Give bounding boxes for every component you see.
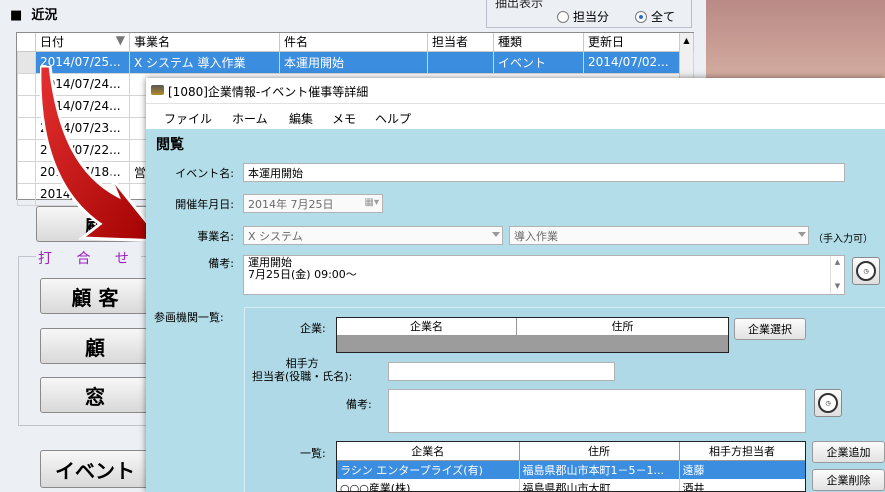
event-button[interactable]: イベント xyxy=(40,450,150,488)
cell: ○○○産業(株) xyxy=(337,478,520,491)
customer-button[interactable]: 顧 客 xyxy=(40,278,150,314)
radio-all[interactable]: 全て xyxy=(635,8,675,25)
menu-file[interactable]: ファイル xyxy=(164,110,212,127)
cell: 福島県郡山市大町 xyxy=(519,478,680,491)
textarea-scrollbar[interactable]: ▲ ▼ xyxy=(830,256,844,294)
radio-label: 全て xyxy=(651,10,676,24)
project-value: X システム xyxy=(248,230,303,243)
delete-company-button[interactable]: 企業削除 xyxy=(812,469,885,491)
cell: イベント xyxy=(493,50,584,74)
cell: 酒井 xyxy=(679,478,805,491)
select-company-button[interactable]: 企業選択 xyxy=(734,318,806,340)
participant-list-table[interactable]: 企業名 住所 相手方担当者 ラシン エンタープライズ(有) 福島県郡山市本町1－5－1… xyxy=(336,441,806,492)
contact-field[interactable] xyxy=(388,362,615,381)
detail-content: 閲覧 イベント名: 本運用開始 開催年月日: 2014年 7月25日 ▦▾ 事業… xyxy=(146,129,885,492)
list-label: 一覧: xyxy=(300,447,326,460)
remarks-label: 備考: xyxy=(208,257,234,270)
remarks-textarea[interactable]: 運用開始 7月25日(金) 09:00～ ▲ ▼ xyxy=(243,255,845,295)
menu-home[interactable]: ホーム xyxy=(232,110,268,127)
radio-label: 担当分 xyxy=(573,10,610,24)
event-detail-window: [1080]企業情報-イベント催事等詳細 ファイル ホーム 編集 メモ ヘルプ … xyxy=(146,78,885,492)
radio-mine[interactable]: 担当分 xyxy=(557,8,609,25)
project-detail-value: 導入作業 xyxy=(514,230,558,243)
title-bar[interactable]: [1080]企業情報-イベント催事等詳細 xyxy=(146,78,885,104)
date-picker[interactable]: 2014年 7月25日 ▦▾ xyxy=(243,194,383,213)
extract-label: 抽出表示 xyxy=(495,0,544,10)
company-empty-row xyxy=(337,336,728,352)
grid-header: 日付 ▼ 事業名 件名 担当者 種類 更新日 xyxy=(17,33,694,52)
manual-note: （手入力可） xyxy=(813,234,873,245)
calendar-icon: ▦▾ xyxy=(364,197,379,208)
button-label: 窓 xyxy=(85,384,105,409)
col-company-name: 企業名 xyxy=(337,318,517,335)
customer2-button[interactable]: 顧 xyxy=(40,328,150,364)
button-label: 顧 客 xyxy=(71,285,119,310)
section-recent: ■ 近況 xyxy=(10,8,58,23)
extract-group: 抽出表示 担当分 全て xyxy=(486,0,692,28)
project-select[interactable]: X システム xyxy=(243,226,503,245)
col-address: 住所 xyxy=(611,320,634,333)
col-subject[interactable]: 件名 xyxy=(279,33,428,52)
col-date[interactable]: 日付 ▼ xyxy=(35,33,130,52)
col-project[interactable]: 事業名 xyxy=(129,33,280,52)
cell xyxy=(427,50,494,74)
col-type[interactable]: 種類 xyxy=(493,33,584,52)
menu-help[interactable]: ヘルプ xyxy=(375,110,411,127)
event-name-field[interactable]: 本運用開始 xyxy=(243,163,845,182)
cell: 2014/07/02... xyxy=(583,50,680,74)
company-table[interactable]: 企業名 住所 xyxy=(336,317,729,353)
window-button[interactable]: 窓 xyxy=(40,377,150,413)
timestamp2-button[interactable]: ◷ xyxy=(814,389,842,417)
cell: ラシン エンタープライズ(有) xyxy=(337,460,520,479)
chevron-down-icon xyxy=(492,232,500,237)
remarks2-textarea[interactable] xyxy=(388,389,806,433)
remarks-line: 7月25日(金) 09:00～ xyxy=(248,268,357,281)
app-icon xyxy=(151,85,164,95)
date-value: 2014年 7月25日 xyxy=(248,198,334,211)
project-label: 事業名: xyxy=(197,230,234,243)
date-label: 開催年月日: xyxy=(175,198,234,211)
table-row[interactable]: ○○○産業(株) 福島県郡山市大町 酒井 xyxy=(337,478,805,491)
col-contact: 相手方担当者 xyxy=(679,442,805,461)
chevron-down-icon xyxy=(798,232,806,237)
button-label: 顧 xyxy=(85,335,105,360)
event-name-label: イベント名: xyxy=(175,167,234,180)
company-label: 企業: xyxy=(300,322,326,335)
project-detail-select[interactable]: 導入作業 xyxy=(509,226,809,245)
radio-on-icon xyxy=(635,10,647,23)
cell: 本運用開始 xyxy=(279,50,428,74)
clock-icon: ◷ xyxy=(856,261,876,281)
col-company-name: 企業名 xyxy=(337,442,520,461)
contact-label: 相手方 担当者(役職・氏名): xyxy=(252,357,353,383)
cell: 遠藤 xyxy=(679,460,805,479)
menu-edit[interactable]: 編集 xyxy=(289,110,313,127)
participants-label: 参画機関一覧: xyxy=(154,311,224,324)
window-title: [1080]企業情報-イベント催事等詳細 xyxy=(168,85,369,99)
timestamp-button[interactable]: ◷ xyxy=(852,257,880,285)
add-company-button[interactable]: 企業追加 xyxy=(812,441,885,463)
mode-title: 閲覧 xyxy=(156,137,184,153)
scroll-up-icon: ▲ xyxy=(683,36,690,45)
radio-off-icon xyxy=(557,10,569,23)
cell: 福島県郡山市本町1－5－1... xyxy=(519,460,680,479)
col-address: 住所 xyxy=(519,442,680,461)
menu-bar: ファイル ホーム 編集 メモ ヘルプ xyxy=(146,105,885,129)
section-title: 近況 xyxy=(31,8,58,23)
col-updated[interactable]: 更新日 xyxy=(583,33,680,52)
table-row[interactable]: ラシン エンタープライズ(有) 福島県郡山市本町1－5－1... 遠藤 xyxy=(337,460,805,479)
menu-memo[interactable]: メモ xyxy=(332,110,356,127)
remarks2-label: 備考: xyxy=(346,398,372,411)
button-label: イベント xyxy=(55,458,135,483)
col-owner[interactable]: 担当者 xyxy=(427,33,494,52)
clock-icon: ◷ xyxy=(818,393,838,413)
sort-desc-icon: ▼ xyxy=(115,33,125,48)
